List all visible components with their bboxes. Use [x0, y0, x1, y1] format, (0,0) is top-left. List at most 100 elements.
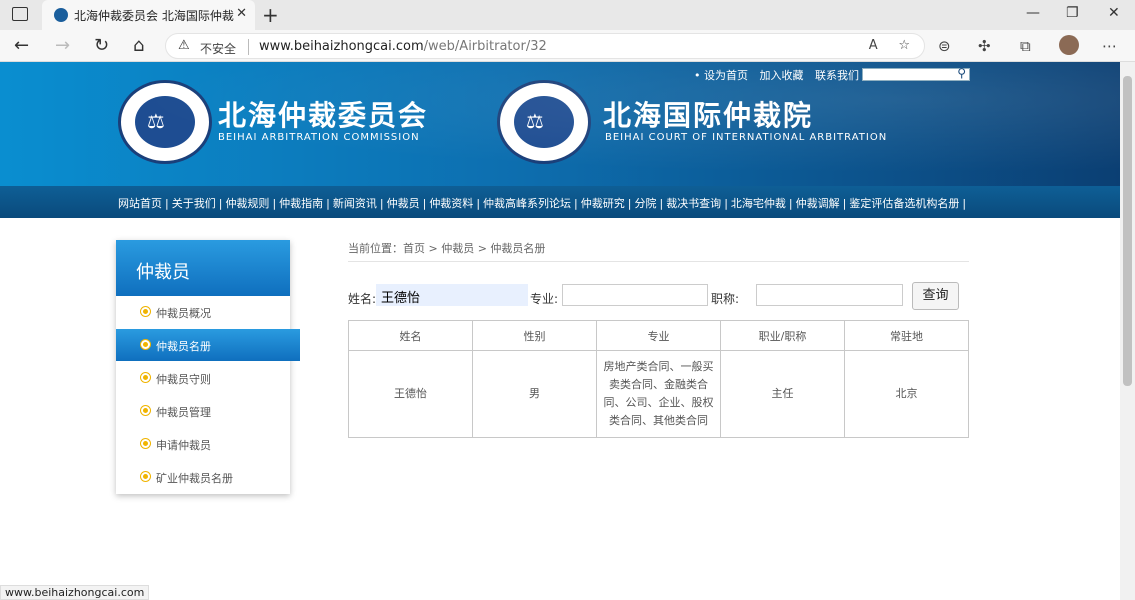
query-button[interactable]: 查询 [912, 282, 959, 310]
sidebar-title: 仲裁员 [136, 262, 190, 283]
court-seal-icon: ⚖ [497, 80, 591, 164]
arbitrator-table: 姓名 性别 专业 职业/职称 常驻地 王德怡男房地产类合同、一般买卖类合同、金融类合同、… [348, 320, 969, 438]
nav-item[interactable]: 裁决书查询 [666, 197, 721, 210]
profile-avatar[interactable] [1059, 35, 1079, 55]
table-header: 性别 [472, 320, 597, 351]
tracking-icon[interactable]: ⊜ [938, 37, 951, 55]
sidebar-item[interactable]: 仲裁员概况 [116, 296, 290, 328]
name-input[interactable]: 王德怡 [376, 284, 528, 306]
sidebar-header: 仲裁员 [116, 240, 290, 296]
sidebar-item[interactable]: 仲裁员守则 [116, 362, 290, 394]
sidebar-item[interactable]: 矿业仲裁员名册 [116, 461, 290, 493]
more-menu-icon[interactable]: ⋯ [1102, 37, 1117, 55]
extensions-icon[interactable]: ✣ [978, 37, 991, 55]
minimize-icon[interactable]: — [1026, 5, 1040, 21]
sidebar-item-label: 申请仲裁员 [156, 439, 211, 452]
table-header: 常驻地 [844, 320, 969, 351]
table-header: 职业/职称 [720, 320, 845, 351]
favorite-icon[interactable]: ☆ [898, 38, 910, 53]
site-search-input[interactable]: ⚲ [862, 66, 970, 81]
url-text[interactable]: www.beihaizhongcai.com/web/Airbitrator/3… [259, 39, 547, 54]
nav-item[interactable]: 网站首页 [118, 197, 162, 210]
bullet-icon [141, 307, 150, 316]
table-header: 姓名 [348, 320, 473, 351]
nav-item[interactable]: 仲裁资料 [429, 197, 473, 210]
tab-title: 北海仲裁委员会 北海国际仲裁院 [74, 9, 234, 23]
nav-separator: | [422, 197, 427, 210]
read-aloud-icon[interactable]: A [869, 38, 878, 53]
sidebar-item-label: 矿业仲裁员名册 [156, 472, 233, 485]
org1-subtitle: BEIHAI ARBITRATION COMMISSION [218, 132, 420, 143]
nav-item[interactable]: 仲裁研究 [581, 197, 625, 210]
name-label: 姓名: [348, 292, 377, 306]
nav-item[interactable]: 仲裁调解 [796, 197, 840, 210]
search-icon[interactable]: ⚲ [957, 66, 966, 80]
table-cell: 北京 [844, 350, 969, 438]
url-field[interactable]: ⚠ 不安全 www.beihaizhongcai.com/web/Airbitr… [165, 33, 925, 59]
url-actions: A ☆ [869, 38, 910, 53]
new-tab-icon[interactable]: + [262, 3, 279, 27]
sidebar-item-label: 仲裁员名册 [156, 340, 211, 353]
breadcrumb: 当前位置：首页 > 仲裁员 > 仲裁员名册 [348, 242, 546, 255]
browser-tab[interactable]: 北海仲裁委员会 北海国际仲裁院 ✕ [42, 0, 255, 30]
sidebar-item-label: 仲裁员管理 [156, 406, 211, 419]
title-label: 职称: [711, 292, 740, 306]
site-banner: ⚖ 北海仲裁委员会 BEIHAI ARBITRATION COMMISSION … [0, 62, 1120, 186]
set-homepage-link[interactable]: • 设为首页 [694, 69, 748, 82]
nav-item[interactable]: 仲裁员 [387, 197, 420, 210]
nav-item[interactable]: 鉴定评估备选机构名册 [849, 197, 959, 210]
bullet-icon [141, 340, 150, 349]
nav-item[interactable]: 关于我们 [172, 197, 216, 210]
bullet-icon [141, 406, 150, 415]
browser-tabbar: 北海仲裁委员会 北海国际仲裁院 ✕ + — ❐ ✕ [0, 0, 1135, 30]
home-icon[interactable]: ⌂ [133, 35, 144, 56]
forward-icon[interactable]: → [55, 35, 70, 56]
add-favorite-link[interactable]: 加入收藏 [760, 69, 804, 82]
site-favicon-icon [54, 8, 68, 22]
sidebar-item-label: 仲裁员守则 [156, 373, 211, 386]
nav-separator: | [272, 197, 277, 210]
collections-icon[interactable]: ⧉ [1020, 37, 1031, 55]
page-scrollbar[interactable] [1120, 62, 1135, 600]
bullet-icon [141, 373, 150, 382]
title-input[interactable] [756, 284, 903, 306]
nav-item[interactable]: 北海宅仲裁 [731, 197, 786, 210]
main-nav: 网站首页 | 关于我们 | 仲裁规则 | 仲裁指南 | 新闻资讯 | 仲裁员 | 仲裁资料 | 仲裁高峰系列… [0, 186, 1120, 218]
maximize-icon[interactable]: ❐ [1066, 5, 1079, 21]
bullet-icon [141, 472, 150, 481]
insecure-label[interactable]: 不安全 [200, 40, 236, 57]
close-tab-icon[interactable]: ✕ [236, 6, 247, 21]
nav-separator: | [326, 197, 330, 210]
sidebar: 仲裁员 仲裁员概况仲裁员名册仲裁员守则仲裁员管理申请仲裁员矿业仲裁员名册 [116, 240, 300, 494]
nav-separator: | [218, 197, 223, 210]
sidebar-item[interactable]: 仲裁员名册 [116, 329, 300, 361]
table-header: 专业 [596, 320, 721, 351]
nav-item[interactable]: 仲裁指南 [279, 197, 323, 210]
nav-item[interactable]: 新闻资讯 [333, 197, 377, 210]
specialty-input[interactable] [562, 284, 708, 306]
nav-separator: | [788, 197, 793, 210]
tab-actions-icon[interactable] [12, 7, 28, 21]
nav-item[interactable]: 分院 [634, 197, 656, 210]
address-toolbar: ← → ↻ ⌂ ⚠ 不安全 www.beihaizhongcai.com/web… [0, 30, 1135, 62]
specialty-label: 专业: [530, 292, 559, 306]
nav-separator: | [165, 197, 169, 210]
back-icon[interactable]: ← [14, 35, 29, 56]
close-window-icon[interactable]: ✕ [1108, 5, 1120, 21]
nav-separator: | [842, 197, 847, 210]
nav-separator: | [627, 197, 632, 210]
bullet-icon [141, 439, 150, 448]
org1-title: 北海仲裁委员会 [218, 99, 429, 132]
nav-separator: | [962, 197, 967, 210]
nav-item[interactable]: 仲裁规则 [225, 197, 269, 210]
contact-link[interactable]: 联系我们 [815, 69, 859, 82]
sidebar-item[interactable]: 仲裁员管理 [116, 395, 290, 427]
nav-separator: | [724, 197, 728, 210]
nav-item[interactable]: 仲裁高峰系列论坛 [483, 197, 571, 210]
sidebar-item[interactable]: 申请仲裁员 [116, 428, 290, 460]
table-cell: 王德怡 [348, 350, 473, 438]
refresh-icon[interactable]: ↻ [94, 35, 109, 56]
web-page: ⚖ 北海仲裁委员会 BEIHAI ARBITRATION COMMISSION … [0, 62, 1120, 600]
warning-icon[interactable]: ⚠ [178, 38, 190, 53]
top-links: • 设为首页 加入收藏 联系我们 [694, 67, 867, 83]
